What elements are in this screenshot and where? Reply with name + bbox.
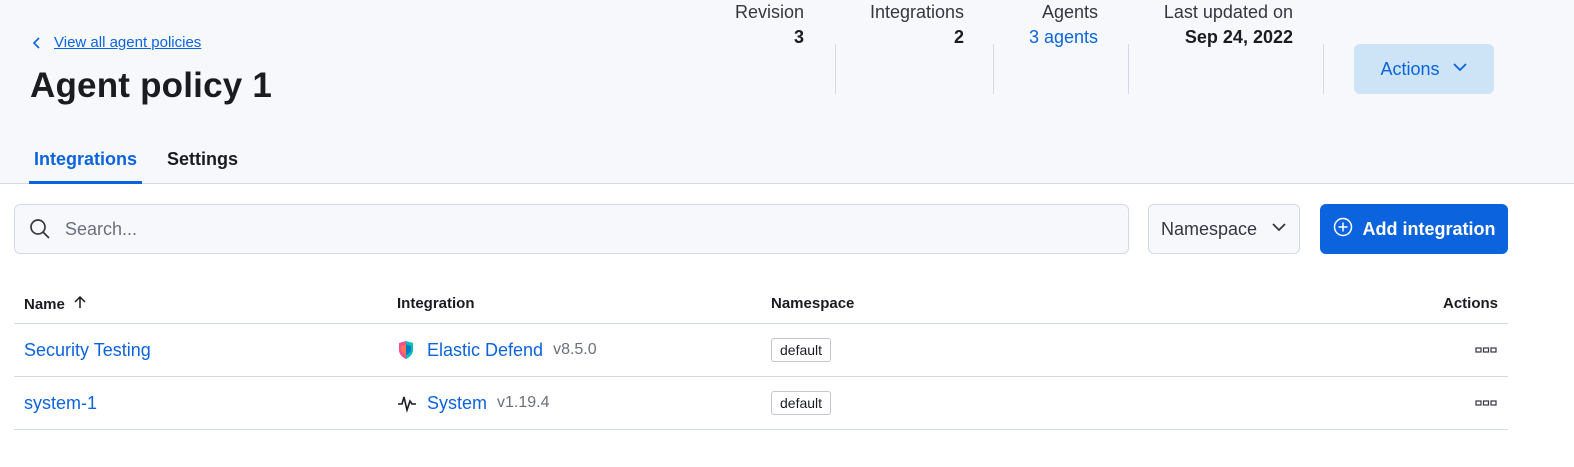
- page-title: Agent policy 1: [30, 66, 273, 105]
- stat-last-updated-value: Sep 24, 2022: [1184, 27, 1293, 47]
- add-integration-button[interactable]: Add integration: [1320, 204, 1508, 254]
- stat-revision-value: 3: [793, 27, 804, 47]
- policy-name-link[interactable]: system-1: [24, 393, 97, 414]
- integration-link[interactable]: Elastic Defend: [427, 340, 543, 361]
- column-header-integration: Integration: [397, 295, 475, 312]
- table-header: Name Integration Namespace Actions: [14, 284, 1508, 324]
- chevron-left-icon: [30, 36, 44, 50]
- table-row: Security Testing Elastic Defend v8.5.0 d…: [14, 324, 1508, 377]
- search-field[interactable]: [14, 204, 1129, 254]
- column-header-namespace: Namespace: [771, 295, 855, 312]
- stat-agents: Agents 3 agents: [1000, 0, 1098, 50]
- tab-integrations[interactable]: Integrations: [34, 149, 137, 170]
- namespace-filter-label: Namespace: [1161, 218, 1258, 239]
- divider: [1323, 44, 1324, 94]
- namespace-badge: default: [771, 391, 832, 415]
- divider: [993, 44, 994, 94]
- plus-circle-icon: [1333, 217, 1353, 242]
- stat-revision: Revision 3: [704, 0, 804, 50]
- chevron-down-icon: [1452, 59, 1468, 80]
- integration-version: v1.19.4: [497, 394, 550, 411]
- table-row: system-1 System v1.19.4 default: [14, 377, 1508, 430]
- actions-button-label: Actions: [1380, 58, 1440, 79]
- stat-agents-label: Agents: [1041, 2, 1098, 22]
- stat-revision-label: Revision: [734, 2, 804, 22]
- agents-count-link[interactable]: 3 agents: [1000, 24, 1098, 50]
- search-input[interactable]: [65, 218, 1065, 240]
- tab-settings[interactable]: Settings: [167, 149, 238, 170]
- namespace-filter[interactable]: Namespace: [1148, 204, 1300, 254]
- elastic-defend-icon: [397, 340, 417, 360]
- column-header-actions: Actions: [1442, 295, 1498, 312]
- integration-version: v8.5.0: [553, 341, 597, 358]
- column-header-name[interactable]: Name: [24, 295, 87, 313]
- divider: [835, 44, 836, 94]
- stat-integrations-value: 2: [953, 27, 964, 47]
- stat-integrations: Integrations 2: [844, 0, 964, 50]
- back-link-label[interactable]: View all agent policies: [54, 34, 201, 51]
- row-actions-icon[interactable]: [1474, 391, 1498, 415]
- add-integration-label: Add integration: [1362, 218, 1496, 239]
- sort-ascending-icon: [73, 295, 87, 313]
- column-name-label: Name: [24, 295, 65, 313]
- namespace-badge: default: [771, 338, 832, 362]
- system-pulse-icon: [397, 393, 417, 413]
- back-to-policies-link[interactable]: View all agent policies: [30, 34, 201, 51]
- stat-last-updated-label: Last updated on: [1163, 2, 1293, 22]
- stat-integrations-label: Integrations: [869, 2, 964, 22]
- stat-last-updated: Last updated on Sep 24, 2022: [1140, 0, 1293, 50]
- actions-button[interactable]: Actions: [1354, 44, 1494, 94]
- row-actions-icon[interactable]: [1474, 338, 1498, 362]
- chevron-down-icon: [1271, 219, 1287, 240]
- active-tab-indicator: [29, 181, 142, 184]
- search-icon: [29, 218, 51, 240]
- policy-name-link[interactable]: Security Testing: [24, 340, 151, 361]
- divider: [1128, 44, 1129, 94]
- page-header: View all agent policies Agent policy 1 R…: [0, 0, 1574, 184]
- integration-link[interactable]: System: [427, 393, 487, 414]
